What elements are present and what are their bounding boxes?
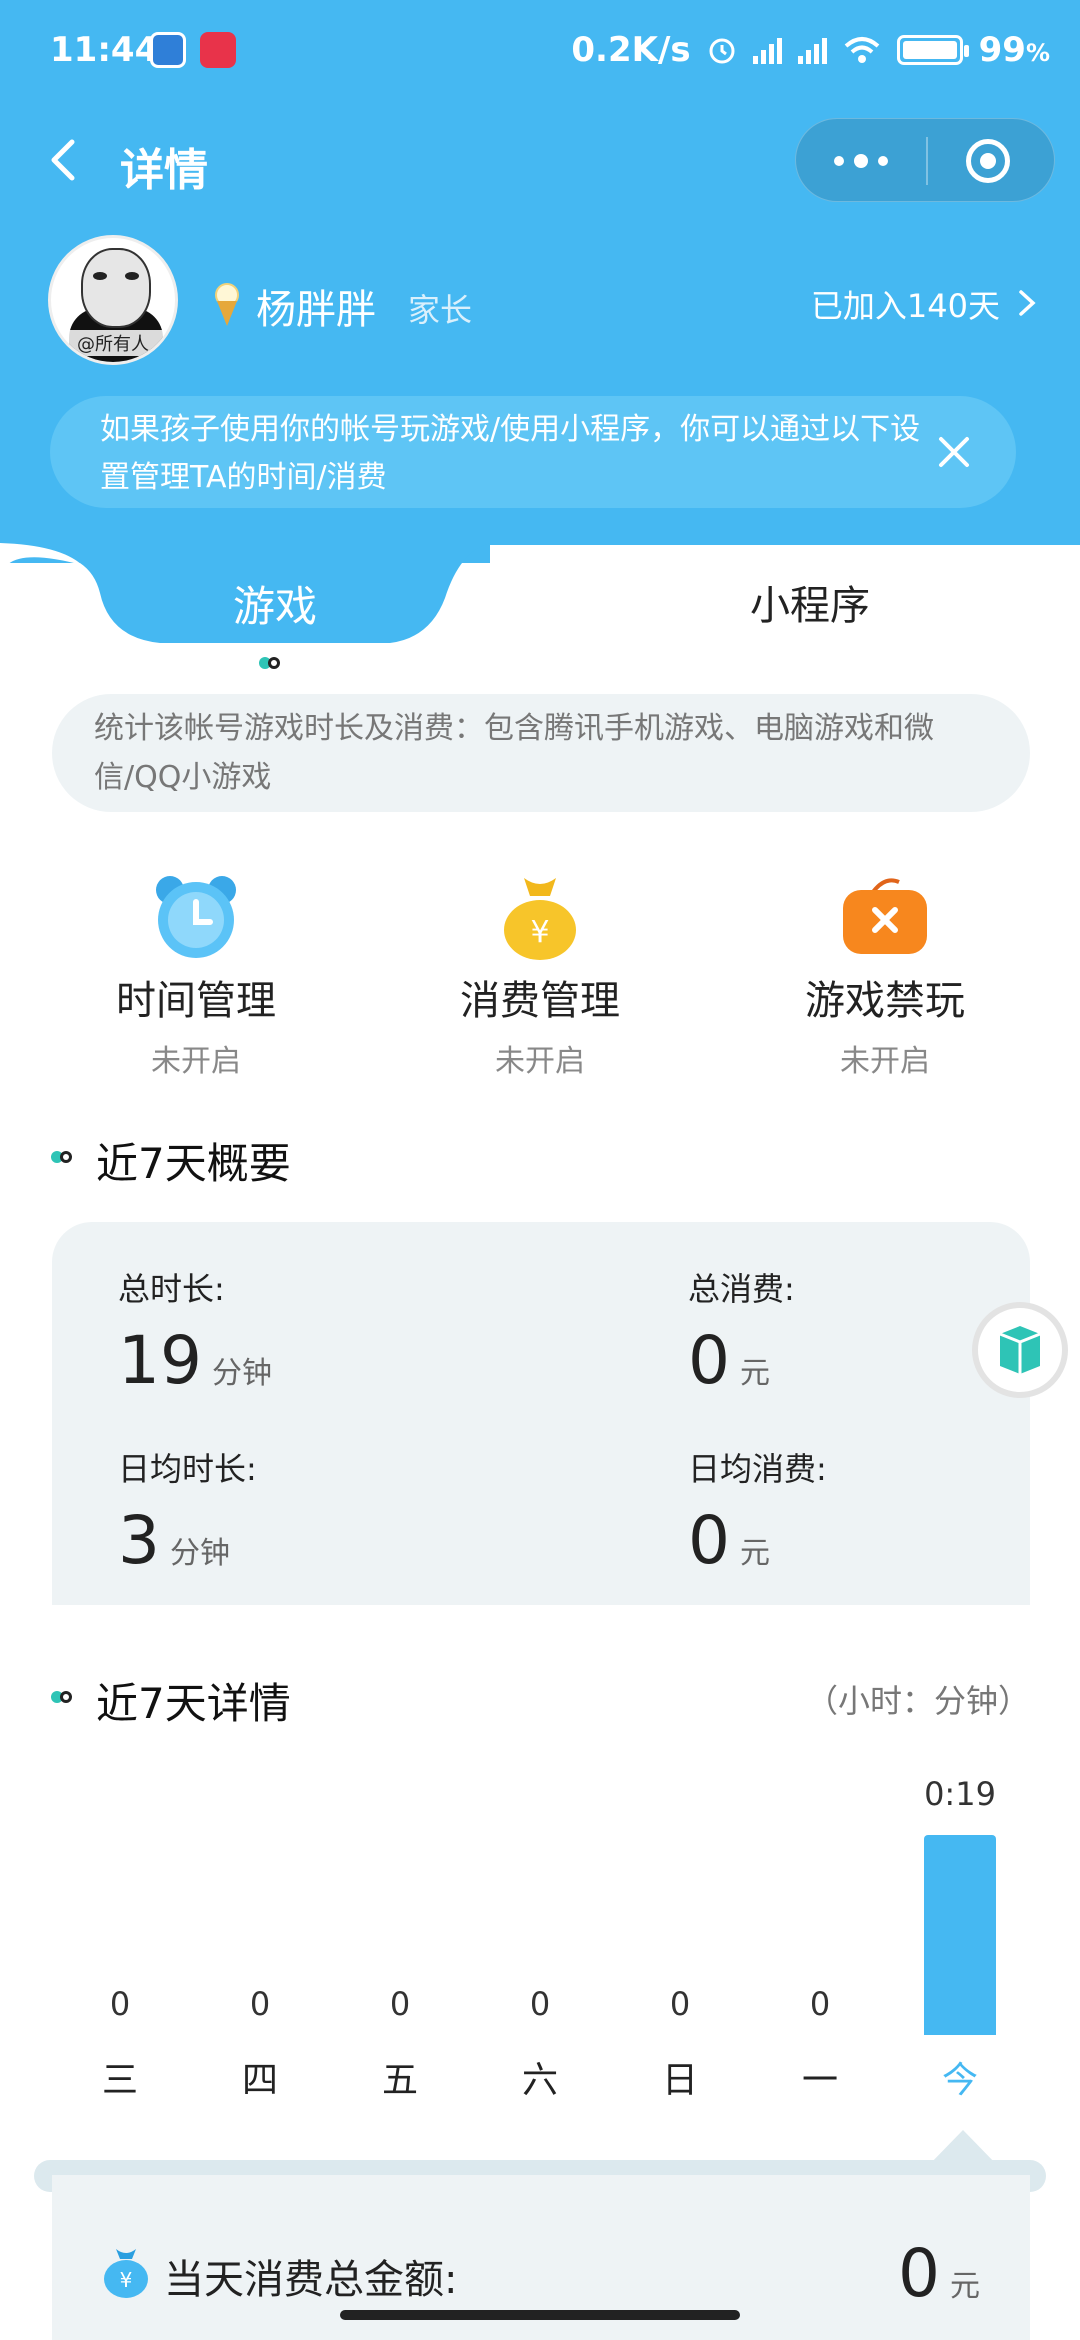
alarm-clock-icon xyxy=(156,876,236,958)
total-time-label: 总时长: xyxy=(118,1270,225,1308)
avg-cost: 日均消费: 0元 xyxy=(688,1444,827,1579)
blocked-bag-icon xyxy=(843,878,927,954)
total-time: 总时长: 19 分钟 xyxy=(118,1264,272,1399)
page-title: 详情 xyxy=(120,145,208,196)
back-icon[interactable] xyxy=(44,138,80,182)
chart-bar[interactable] xyxy=(924,1835,996,2035)
close-program-icon[interactable] xyxy=(966,139,1010,183)
avg-cost-unit: 元 xyxy=(740,1536,770,1571)
svg-text:¥: ¥ xyxy=(120,2268,133,2292)
notice-banner: 如果孩子使用你的帐号玩游戏/使用小程序，你可以通过以下设置管理TA的时间/消费 xyxy=(50,396,1016,508)
chart-day-label[interactable]: 一 xyxy=(770,2051,870,2103)
joined-days[interactable]: 已加入140天 xyxy=(811,281,1000,327)
summary-card: 总时长: 19 分钟 总消费: 0元 日均时长: 3 分钟 日均消费: 0元 xyxy=(52,1222,1030,1605)
battery-level: 99% xyxy=(978,30,1050,70)
alarm-icon xyxy=(709,38,735,64)
avg-time-label: 日均时长: xyxy=(118,1450,257,1488)
game-ban-button[interactable]: 游戏禁玩 未开启 xyxy=(725,870,1045,1080)
spending-management-status: 未开启 xyxy=(495,1044,585,1079)
cube-icon xyxy=(999,1326,1041,1374)
chart-value-label: 0 xyxy=(669,1985,691,2023)
avatar-caption: @所有人 xyxy=(51,330,175,356)
details-title: 近7天详情 xyxy=(96,1679,291,1728)
battery-icon xyxy=(896,35,969,65)
chart-day-label[interactable]: 四 xyxy=(210,2051,310,2103)
money-bag-icon: ¥ xyxy=(504,878,576,960)
chart-value-label: 0 xyxy=(249,1985,271,2023)
close-icon[interactable] xyxy=(936,434,972,470)
signal-icon xyxy=(752,36,782,64)
status-bar: 11:44 0.2K/s 99% xyxy=(0,0,1080,100)
total-cost-unit: 元 xyxy=(740,1356,770,1391)
notice-text: 如果孩子使用你的帐号玩游戏/使用小程序，你可以通过以下设置管理TA的时间/消费 xyxy=(100,412,921,495)
capsule-divider xyxy=(926,137,928,185)
tab-bar: 游戏 小程序 xyxy=(0,543,1080,645)
section-dot-icon xyxy=(51,1151,72,1163)
summary-title: 近7天概要 xyxy=(96,1139,291,1188)
info-text: 统计该帐号游戏时长及消费：包含腾讯手机游戏、电脑游戏和微信/QQ小游戏 xyxy=(94,711,934,795)
home-indicator[interactable] xyxy=(340,2310,740,2320)
app-notification-icon xyxy=(150,32,186,68)
details-unit: （小时：分钟） xyxy=(805,1682,1030,1720)
money-bag-icon: ¥ xyxy=(104,2249,148,2298)
chart-value-label: 0 xyxy=(109,1985,131,2023)
game-ban-title: 游戏禁玩 xyxy=(805,978,965,1024)
chart-value-label: 0 xyxy=(529,1985,551,2023)
chart-day-label[interactable]: 今 xyxy=(910,2051,1010,2103)
day-spending-unit: 元 xyxy=(950,2269,980,2304)
chart-day-label[interactable]: 六 xyxy=(490,2051,590,2103)
game-ban-status: 未开启 xyxy=(840,1044,930,1079)
more-icon[interactable] xyxy=(796,119,926,203)
avg-cost-label: 日均消费: xyxy=(688,1450,827,1488)
chart-day-label[interactable]: 三 xyxy=(70,2051,170,2103)
mini-program-capsule xyxy=(795,118,1055,202)
app-notification-icon xyxy=(200,32,236,68)
header: 11:44 0.2K/s 99% 详情 @所有人 杨胖胖 家长 已加入140天 … xyxy=(0,0,1080,545)
signal-icon xyxy=(797,36,827,64)
avg-cost-value: 0 xyxy=(688,1502,730,1579)
spending-management-button[interactable]: ¥ 消费管理 未开启 xyxy=(380,870,700,1080)
wifi-icon xyxy=(844,37,879,63)
status-time: 11:44 xyxy=(50,30,159,70)
section-dot-icon xyxy=(51,1691,72,1703)
time-management-status: 未开启 xyxy=(151,1044,241,1079)
spending-management-title: 消费管理 xyxy=(460,978,620,1024)
profile-row[interactable]: @所有人 杨胖胖 家长 已加入140天 xyxy=(0,235,1080,365)
total-time-unit: 分钟 xyxy=(211,1356,272,1391)
floating-action-button[interactable] xyxy=(972,1302,1068,1398)
avg-time: 日均时长: 3 分钟 xyxy=(118,1444,257,1579)
info-box: 统计该帐号游戏时长及消费：包含腾讯手机游戏、电脑游戏和微信/QQ小游戏 xyxy=(52,694,1030,812)
avg-time-unit: 分钟 xyxy=(170,1536,230,1571)
avatar: @所有人 xyxy=(48,235,178,365)
tab-game[interactable]: 游戏 xyxy=(175,573,375,634)
status-right: 0.2K/s 99% xyxy=(571,30,1050,70)
user-role: 家长 xyxy=(408,291,473,329)
tab-mini-program[interactable]: 小程序 xyxy=(660,573,960,631)
user-name: 杨胖胖 xyxy=(256,287,376,333)
total-cost-value: 0 xyxy=(688,1322,730,1399)
total-cost-label: 总消费: xyxy=(688,1270,795,1308)
time-management-title: 时间管理 xyxy=(116,978,276,1024)
chart-day-label[interactable]: 日 xyxy=(630,2051,730,2103)
avg-time-value: 3 xyxy=(118,1502,160,1579)
tab-indicator-icon xyxy=(259,657,280,669)
daily-chart: 0 三 0 四 0 五 0 六 0 日 0 一 0:19 今 xyxy=(0,1760,1080,2101)
chart-value-label: 0:19 xyxy=(924,1775,996,1813)
nav-bar: 详情 xyxy=(0,110,1080,210)
total-time-value: 19 xyxy=(118,1322,202,1399)
day-spending-label: 当天消费总金额: xyxy=(164,2257,458,2303)
network-speed: 0.2K/s xyxy=(571,30,691,70)
svg-text:¥: ¥ xyxy=(530,915,549,950)
chart-day-label[interactable]: 五 xyxy=(350,2051,450,2103)
total-cost: 总消费: 0元 xyxy=(688,1264,795,1399)
time-management-button[interactable]: 时间管理 未开启 xyxy=(36,870,356,1080)
chevron-right-icon[interactable] xyxy=(1018,289,1036,317)
chart-value-label: 0 xyxy=(809,1985,831,2023)
ice-cream-icon xyxy=(215,283,239,326)
chart-value-label: 0 xyxy=(389,1985,411,2023)
day-spending-value: 0 xyxy=(898,2235,940,2312)
